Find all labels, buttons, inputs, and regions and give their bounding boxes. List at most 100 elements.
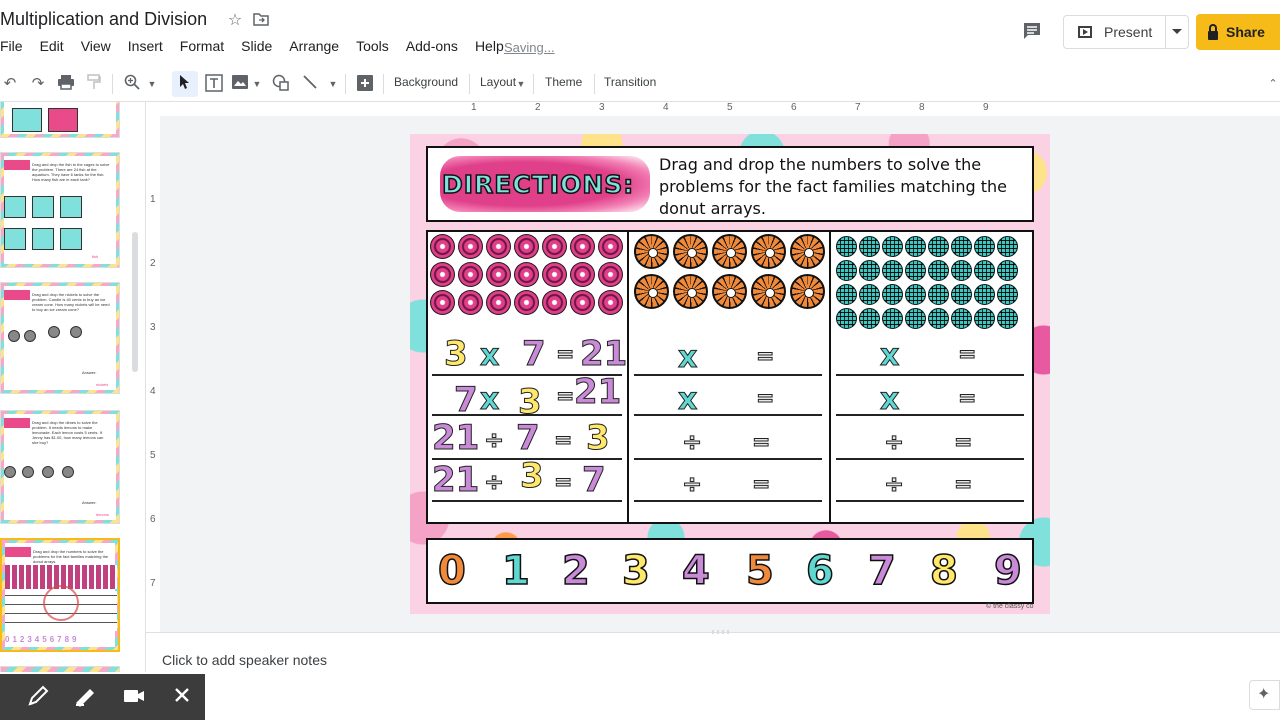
notes-resize-handle[interactable] <box>712 630 732 634</box>
transition-button[interactable]: Transition <box>604 75 656 89</box>
present-button[interactable]: Present <box>1063 15 1189 49</box>
saving-status[interactable]: Saving... <box>504 40 555 55</box>
layout-button[interactable]: Layout <box>480 75 516 89</box>
theme-button[interactable]: Theme <box>545 75 582 89</box>
speaker-notes-placeholder[interactable]: Click to add speaker notes <box>162 652 327 668</box>
equation-number[interactable]: 3 <box>444 334 469 375</box>
equation-number[interactable]: 3 <box>520 456 545 497</box>
equation-number[interactable]: 21 <box>431 418 479 459</box>
draggable-number-1[interactable]: 1 <box>501 547 530 595</box>
menu-insert[interactable]: Insert <box>128 38 163 60</box>
draggable-number-4[interactable]: 4 <box>681 547 710 595</box>
speaker-notes[interactable]: Click to add speaker notes <box>146 630 1280 720</box>
draggable-number-6[interactable]: 6 <box>805 547 834 595</box>
filmstrip-scrollbar[interactable] <box>132 232 138 372</box>
donut-icon <box>570 262 595 287</box>
toolbar-divider <box>345 74 346 94</box>
menu-edit[interactable]: Edit <box>40 38 64 60</box>
redo-icon[interactable]: ↷ <box>28 74 48 94</box>
thumbnail-answer-label: Answer: <box>82 370 97 375</box>
donut-icon <box>905 260 926 281</box>
menu-slide[interactable]: Slide <box>241 38 272 60</box>
donut-icon <box>951 284 972 305</box>
equation-number[interactable]: 7 <box>516 418 541 459</box>
equation-number[interactable]: 7 <box>582 460 607 501</box>
menu-view[interactable]: View <box>81 38 111 60</box>
pen-icon[interactable] <box>26 685 50 709</box>
drawing-overlay-toolbar <box>0 674 205 720</box>
menu-arrange[interactable]: Arrange <box>289 38 339 60</box>
equation-number[interactable]: 3 <box>586 418 611 459</box>
draggable-number-0[interactable]: 0 <box>437 547 466 595</box>
equation-number[interactable]: 21 <box>431 460 479 501</box>
highlighter-icon[interactable] <box>73 685 97 709</box>
thumbnail-directions-tag <box>5 547 31 557</box>
donut-icon <box>928 236 949 257</box>
draggable-number-3[interactable]: 3 <box>621 547 650 595</box>
number-bank: 0 1 2 3 4 5 6 7 8 9 <box>426 538 1034 604</box>
equation-number[interactable]: 21 <box>573 372 621 413</box>
collapse-toolbar-icon[interactable]: ⌃ <box>1266 74 1280 94</box>
print-icon[interactable] <box>56 74 76 94</box>
donut-icon <box>673 234 708 269</box>
equation-line <box>634 374 822 376</box>
donut-icon <box>542 234 567 259</box>
zoom-icon[interactable] <box>122 74 142 94</box>
menu-help[interactable]: Help <box>475 38 504 60</box>
star-icon[interactable]: ☆ <box>226 12 244 30</box>
donut-icon <box>974 308 995 329</box>
slide-thumbnail[interactable]: Drag and drop the dimes to solve the pro… <box>0 410 120 524</box>
line-chevron-down-icon[interactable]: ▼ <box>328 74 338 94</box>
cursor-icon[interactable] <box>176 74 194 94</box>
menu-file[interactable]: File <box>0 38 23 60</box>
slide-thumbnail-selected[interactable]: Drag and drop the numbers to solve the p… <box>0 538 120 652</box>
document-title[interactable]: Multiplication and Division <box>0 9 207 30</box>
thumbnail-content: Drag and drop the fish to the cages to s… <box>4 156 116 264</box>
slide[interactable]: DIRECTIONS: Drag and drop the numbers to… <box>410 134 1050 614</box>
chevron-down-icon[interactable] <box>1172 29 1182 34</box>
share-button[interactable]: Share <box>1196 14 1280 50</box>
comment-icon[interactable] <box>1021 20 1043 42</box>
shape-icon[interactable] <box>271 74 291 94</box>
move-folder-icon[interactable] <box>252 12 270 30</box>
draggable-number-5[interactable]: 5 <box>745 547 774 595</box>
draggable-number-2[interactable]: 2 <box>561 547 590 595</box>
equation-number[interactable]: 7 <box>522 334 547 375</box>
equation-number[interactable]: 7 <box>454 380 479 421</box>
thumbnail-box <box>48 108 78 132</box>
add-comment-icon[interactable] <box>355 74 375 94</box>
close-icon[interactable] <box>170 685 194 709</box>
thumbnail-text: Drag and drop the dimes to solve the pro… <box>32 420 104 445</box>
equation-line <box>836 414 1024 416</box>
line-icon[interactable] <box>300 74 320 94</box>
thumbnail-answer: nickels <box>96 382 109 387</box>
slide-thumbnail[interactable] <box>0 666 120 672</box>
column-divider <box>829 232 831 522</box>
camera-icon[interactable] <box>122 685 146 709</box>
equals-sign: = <box>957 386 977 412</box>
paint-format-icon[interactable] <box>84 74 104 94</box>
slide-thumbnail[interactable]: Drag and drop the fish to the cages to s… <box>0 152 120 268</box>
zoom-chevron-down-icon[interactable]: ▼ <box>146 74 158 94</box>
image-chevron-down-icon[interactable]: ▼ <box>252 74 262 94</box>
undo-icon[interactable]: ↶ <box>0 74 20 94</box>
equation-number[interactable]: 21 <box>579 334 627 375</box>
draggable-number-9[interactable]: 9 <box>993 547 1022 595</box>
menu-format[interactable]: Format <box>180 38 224 60</box>
image-icon[interactable] <box>230 74 250 94</box>
directions-box[interactable]: DIRECTIONS: Drag and drop the numbers to… <box>426 146 1034 222</box>
menu-tools[interactable]: Tools <box>356 38 389 60</box>
menu-addons[interactable]: Add-ons <box>406 38 458 60</box>
layout-chevron-down-icon[interactable]: ▼ <box>516 74 526 94</box>
text-box-icon[interactable] <box>204 74 224 94</box>
slide-thumbnail[interactable] <box>0 102 120 138</box>
draggable-number-8[interactable]: 8 <box>929 547 958 595</box>
thumbnail-box <box>32 228 54 250</box>
background-button[interactable]: Background <box>394 75 458 89</box>
slide-thumbnail[interactable]: Drag and drop the nickels to solve the p… <box>0 282 120 394</box>
draggable-number-7[interactable]: 7 <box>867 547 896 595</box>
coin-icon <box>4 466 16 478</box>
directions-text[interactable]: Drag and drop the numbers to solve the p… <box>659 154 1029 220</box>
equation-number[interactable]: 3 <box>518 382 543 423</box>
explore-icon[interactable] <box>1249 680 1280 710</box>
